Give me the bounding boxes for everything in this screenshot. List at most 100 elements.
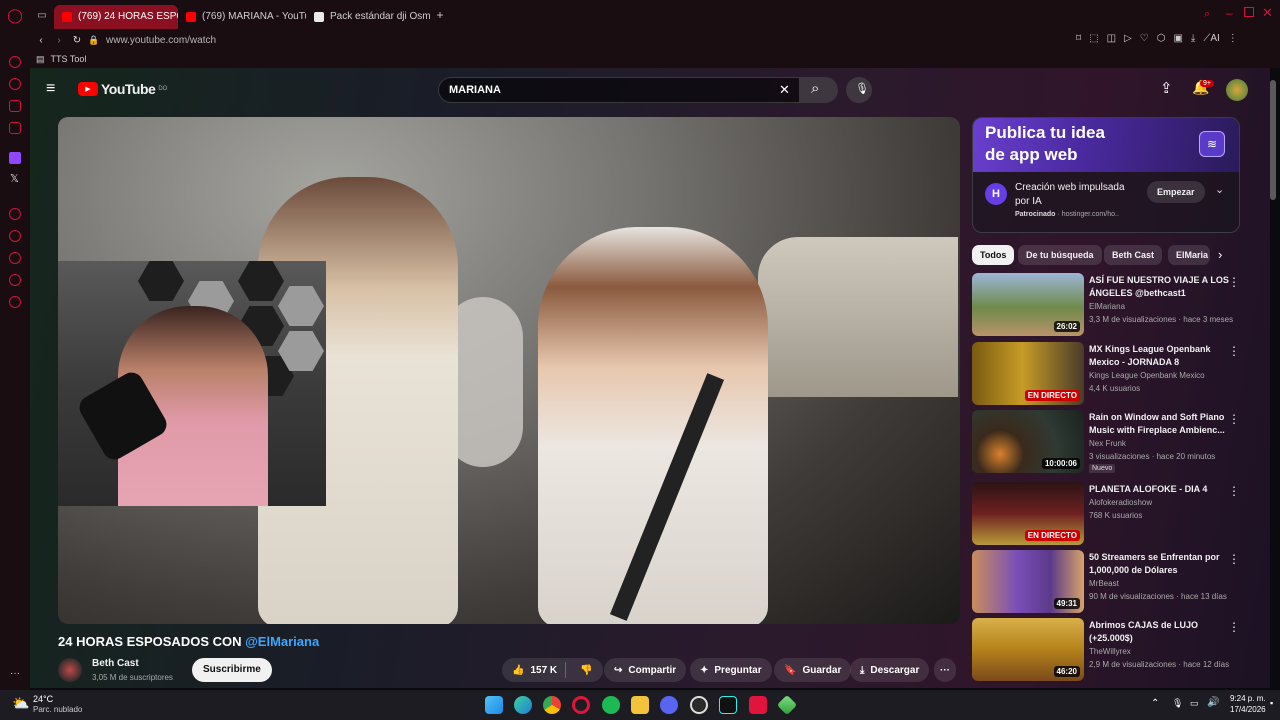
- download-button[interactable]: ⤓ Descargar: [850, 658, 930, 682]
- box-icon[interactable]: ▣: [1173, 33, 1182, 44]
- minimize-icon[interactable]: –: [1226, 6, 1233, 20]
- sidebar-cube-icon[interactable]: [9, 274, 21, 286]
- subscribe-button[interactable]: Suscribirme: [192, 658, 272, 682]
- edge-icon[interactable]: [514, 696, 532, 714]
- hamburger-menu-icon[interactable]: ≡: [46, 80, 55, 98]
- list-item[interactable]: 26:02 ASÍ FUE NUESTRO VIAJE A LOS ÁNGELE…: [972, 273, 1240, 339]
- rec-channel[interactable]: ElMariana: [1089, 302, 1125, 311]
- avatar[interactable]: [1226, 79, 1248, 101]
- chips-next-chevron-icon[interactable]: ›: [1218, 247, 1222, 262]
- dislike-button[interactable]: 👎: [572, 665, 602, 676]
- clock-date[interactable]: 17/4/2026: [1230, 705, 1266, 714]
- sidebar-chat-icon[interactable]: [9, 100, 21, 112]
- video-title-mention-link[interactable]: @ElMariana: [245, 634, 319, 649]
- rec-title[interactable]: Abrimos CAJAS de LUJO (+25.000$): [1089, 619, 1229, 645]
- sidebar-more-icon[interactable]: ···: [10, 668, 20, 679]
- sidebar-twitch-icon[interactable]: [9, 152, 21, 164]
- forward-icon[interactable]: ›: [50, 35, 68, 46]
- channel-avatar[interactable]: [58, 658, 82, 682]
- search-tabs-icon[interactable]: ⌕: [1204, 8, 1210, 21]
- video-thumbnail[interactable]: 46:20: [972, 618, 1084, 681]
- bookmark-tts-tool[interactable]: TTS Tool: [51, 54, 87, 64]
- chip-de-tu-busqueda[interactable]: De tu búsqueda: [1018, 245, 1102, 265]
- sidebar-history-icon[interactable]: [9, 208, 21, 220]
- search-input[interactable]: MARIANA: [449, 84, 501, 96]
- sidebar-m-icon[interactable]: [9, 122, 21, 134]
- sidebar-send-icon[interactable]: [9, 78, 21, 90]
- rec-title[interactable]: MX Kings League Openbank Mexico - JORNAD…: [1089, 343, 1229, 369]
- rec-channel[interactable]: Kings League Openbank Mexico: [1089, 371, 1205, 380]
- video-thumbnail[interactable]: 49:31: [972, 550, 1084, 613]
- youtube-logo[interactable]: ▶ YouTube DO: [78, 81, 167, 97]
- like-button[interactable]: 👍 157 K: [502, 662, 567, 678]
- tray-network-icon[interactable]: ▭: [1190, 698, 1199, 709]
- spotify-icon[interactable]: [602, 696, 620, 714]
- more-vertical-icon[interactable]: ⋮: [1228, 484, 1240, 498]
- list-item[interactable]: EN DIRECTO MX Kings League Openbank Mexi…: [972, 342, 1240, 408]
- url-field[interactable]: www.youtube.com/watch: [106, 35, 216, 46]
- more-vertical-icon[interactable]: ⋮: [1228, 344, 1240, 358]
- new-tab-icon[interactable]: +: [430, 5, 450, 25]
- discord-icon[interactable]: [660, 696, 678, 714]
- tray-volume-icon[interactable]: 🔊: [1207, 697, 1219, 708]
- video-thumbnail[interactable]: EN DIRECTO: [972, 482, 1084, 545]
- ad-cta-button[interactable]: Empezar: [1147, 181, 1205, 203]
- windows-start-icon[interactable]: [485, 696, 503, 714]
- streaming-app-icon[interactable]: [749, 696, 767, 714]
- rec-channel[interactable]: TheWillyrex: [1089, 647, 1131, 656]
- sidebar-heart-icon[interactable]: [9, 230, 21, 242]
- play-icon[interactable]: ▷: [1124, 33, 1132, 44]
- save-button[interactable]: 🔖 Guardar: [774, 658, 852, 682]
- opera-icon[interactable]: [572, 696, 590, 714]
- more-vertical-icon[interactable]: ⋮: [1228, 620, 1240, 634]
- share-button[interactable]: ↪ Compartir: [604, 658, 687, 682]
- maximize-icon[interactable]: [1244, 7, 1254, 17]
- tray-mic-icon[interactable]: 🎙: [1172, 698, 1183, 709]
- weather-icon[interactable]: ⛅: [12, 695, 29, 712]
- chip-elmariana[interactable]: ElMaria: [1168, 245, 1210, 265]
- list-item[interactable]: 46:20 Abrimos CAJAS de LUJO (+25.000$) T…: [972, 618, 1240, 684]
- list-item[interactable]: EN DIRECTO PLANETA ALOFOKE - DIA 4 Alofo…: [972, 482, 1240, 548]
- voice-search-button[interactable]: 🎙: [846, 77, 872, 103]
- gem-app-icon[interactable]: [776, 694, 798, 716]
- more-vertical-icon[interactable]: ⋮: [1228, 552, 1240, 566]
- clock-time[interactable]: 9:24 p. m.: [1230, 694, 1266, 703]
- video-thumbnail[interactable]: 10:00:06: [972, 410, 1084, 473]
- bookmark-icon[interactable]: ⌑: [1076, 33, 1081, 44]
- page-scrollbar[interactable]: [1270, 80, 1276, 200]
- chip-todos[interactable]: Todos: [972, 245, 1015, 265]
- tiktok-icon[interactable]: [719, 696, 737, 714]
- upload-icon[interactable]: ⇪: [1160, 79, 1173, 97]
- reload-icon[interactable]: ↻: [68, 35, 86, 46]
- channel-name[interactable]: Beth Cast: [92, 658, 139, 669]
- list-item[interactable]: 10:00:06 Rain on Window and Soft Piano M…: [972, 410, 1240, 476]
- screenshot-icon[interactable]: ⬚: [1089, 33, 1098, 44]
- chrome-icon[interactable]: [543, 696, 561, 714]
- extensions-icon[interactable]: ⬡: [1157, 33, 1166, 44]
- more-vertical-icon[interactable]: ⋮: [1228, 412, 1240, 426]
- chip-beth-cast[interactable]: Beth Cast: [1104, 245, 1163, 265]
- tray-chevron-icon[interactable]: ⌃: [1151, 698, 1159, 709]
- rec-title[interactable]: ASÍ FUE NUESTRO VIAJE A LOS ÁNGELES @bet…: [1089, 274, 1229, 300]
- video-thumbnail[interactable]: EN DIRECTO: [972, 342, 1084, 405]
- rec-channel[interactable]: Nex Frunk: [1089, 439, 1126, 448]
- sponsored-ad-card[interactable]: Publica tu idea de app web ≋ H Creación …: [972, 117, 1240, 233]
- video-thumbnail[interactable]: 26:02: [972, 273, 1084, 336]
- tab-list-icon[interactable]: ▭: [30, 0, 54, 30]
- notification-center-icon[interactable]: ▪: [1270, 698, 1273, 708]
- ask-button[interactable]: ✦ Preguntar: [690, 658, 772, 682]
- heart-icon[interactable]: ♡: [1140, 33, 1149, 44]
- rec-title[interactable]: 50 Streamers se Enfrentan por 1,000,000 …: [1089, 551, 1229, 577]
- rec-title[interactable]: PLANETA ALOFOKE - DIA 4: [1089, 483, 1229, 496]
- list-item[interactable]: 49:31 50 Streamers se Enfrentan por 1,00…: [972, 550, 1240, 616]
- download-icon[interactable]: ⤓: [1191, 33, 1195, 44]
- menu-icon[interactable]: ⋮: [1228, 33, 1238, 44]
- ad-expand-chevron-icon[interactable]: ⌄: [1215, 183, 1224, 196]
- back-icon[interactable]: ‹: [32, 35, 50, 46]
- clear-search-icon[interactable]: ✕: [779, 82, 790, 98]
- search-button[interactable]: ⌕: [800, 77, 838, 103]
- sidebar-settings-icon[interactable]: [9, 296, 21, 308]
- obs-icon[interactable]: [690, 696, 708, 714]
- more-vertical-icon[interactable]: ⋮: [1228, 275, 1240, 289]
- sidebar-speed-icon[interactable]: [9, 56, 21, 68]
